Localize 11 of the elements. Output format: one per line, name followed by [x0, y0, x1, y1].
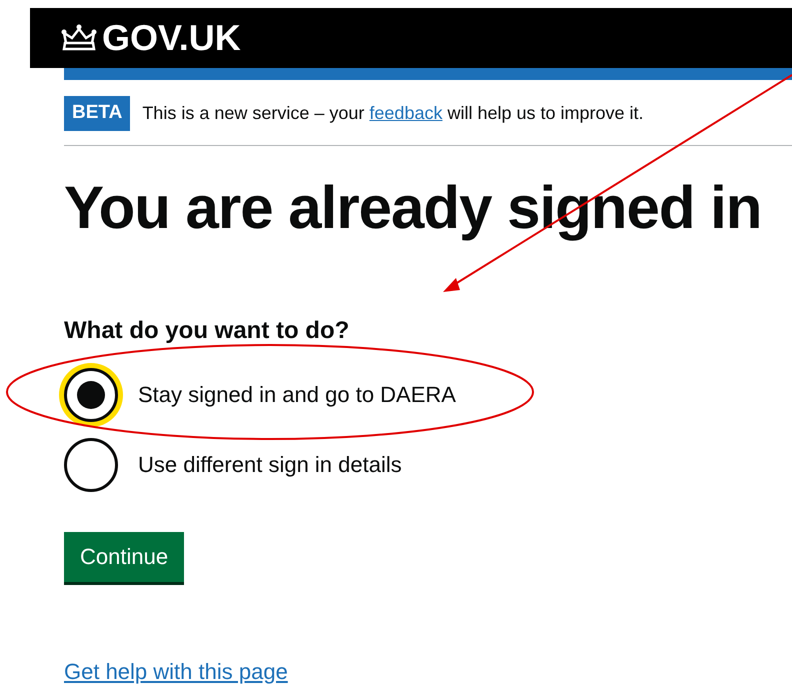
- radio-button[interactable]: [64, 438, 118, 492]
- radio-label[interactable]: Use different sign in details: [138, 448, 402, 481]
- question-legend: What do you want to do?: [64, 316, 792, 346]
- help-link[interactable]: Get help with this page: [64, 658, 288, 684]
- phase-tag: BETA: [64, 96, 130, 130]
- phase-message: This is a new service – your feedback will help us to improve it.: [142, 102, 644, 125]
- continue-button[interactable]: Continue: [64, 532, 184, 582]
- crown-icon: [60, 23, 98, 53]
- radio-label[interactable]: Stay signed in and go to DAERA: [138, 378, 456, 411]
- feedback-link[interactable]: feedback: [369, 102, 442, 123]
- logo-text[interactable]: GOV.UK: [102, 20, 241, 56]
